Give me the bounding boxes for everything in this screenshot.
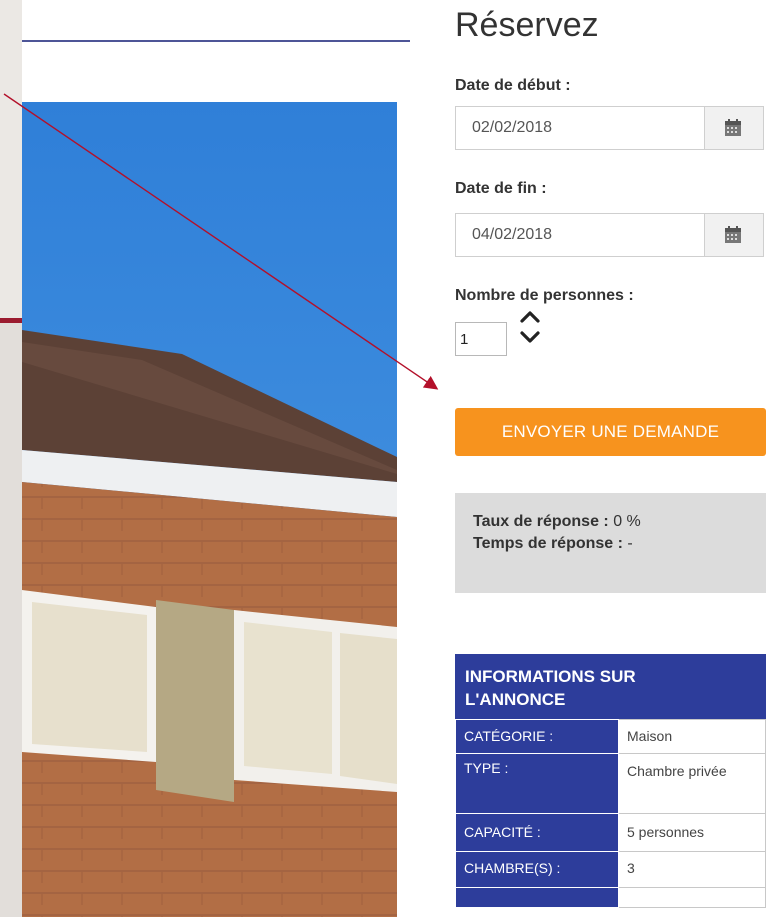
persons-label: Nombre de personnes : [455, 287, 634, 304]
response-stats-box: Taux de réponse : 0 % Temps de réponse :… [455, 493, 766, 593]
start-date-label: Date de début : [455, 77, 571, 94]
listing-info-panel: INFORMATIONS SUR L'ANNONCE CATÉGORIE : M… [455, 654, 766, 908]
info-key-category: CATÉGORIE : [455, 719, 619, 754]
response-rate: Taux de réponse : 0 % [473, 513, 641, 531]
persons-value[interactable]: 1 [460, 331, 468, 348]
chevron-up-icon[interactable] [518, 306, 542, 326]
sidebar-upper [0, 0, 22, 322]
start-date-value[interactable]: 02/02/2018 [472, 119, 552, 137]
left-sidebar-strip [0, 0, 22, 917]
info-value-capacity: 5 personnes [618, 813, 766, 852]
calendar-icon [725, 119, 741, 136]
persons-stepper[interactable] [518, 306, 542, 350]
table-row: CAPACITÉ : 5 personnes [455, 813, 766, 852]
info-value-category: Maison [618, 719, 766, 754]
info-value-next [618, 887, 766, 908]
start-date-field[interactable]: 02/02/2018 [455, 106, 764, 150]
table-row [455, 887, 766, 908]
start-date-picker-button[interactable] [704, 107, 763, 149]
info-key-bedrooms: CHAMBRE(S) : [455, 851, 619, 888]
listing-photo[interactable] [22, 102, 397, 917]
info-value-type: Chambre privée [618, 753, 766, 814]
send-request-button[interactable]: ENVOYER UNE DEMANDE [455, 408, 766, 456]
persons-input[interactable]: 1 [455, 322, 507, 356]
listing-info-heading-line1: INFORMATIONS SUR [465, 667, 636, 686]
end-date-picker-button[interactable] [704, 214, 763, 256]
booking-title: Réservez [455, 6, 599, 44]
listing-info-heading: INFORMATIONS SUR L'ANNONCE [455, 654, 766, 719]
end-date-field[interactable]: 04/02/2018 [455, 213, 764, 257]
response-time-label: Temps de réponse : [473, 535, 623, 552]
listing-info-table: CATÉGORIE : Maison TYPE : Chambre privée… [455, 719, 766, 908]
info-key-type: TYPE : [455, 753, 619, 814]
header-divider [22, 40, 410, 42]
response-time: Temps de réponse : - [473, 535, 633, 553]
table-row: CATÉGORIE : Maison [455, 719, 766, 754]
response-time-value: - [627, 535, 633, 552]
calendar-icon [725, 226, 741, 243]
end-date-value[interactable]: 04/02/2018 [472, 226, 552, 244]
table-row: TYPE : Chambre privée [455, 753, 766, 814]
info-key-capacity: CAPACITÉ : [455, 813, 619, 852]
info-value-bedrooms: 3 [618, 851, 766, 888]
response-rate-label: Taux de réponse : [473, 513, 609, 530]
end-date-label: Date de fin : [455, 180, 547, 197]
chevron-down-icon[interactable] [518, 328, 542, 348]
sidebar-lower [0, 323, 22, 917]
table-row: CHAMBRE(S) : 3 [455, 851, 766, 888]
listing-info-heading-line2: L'ANNONCE [465, 690, 566, 709]
info-key-next [455, 887, 619, 908]
response-rate-value: 0 % [613, 513, 641, 530]
